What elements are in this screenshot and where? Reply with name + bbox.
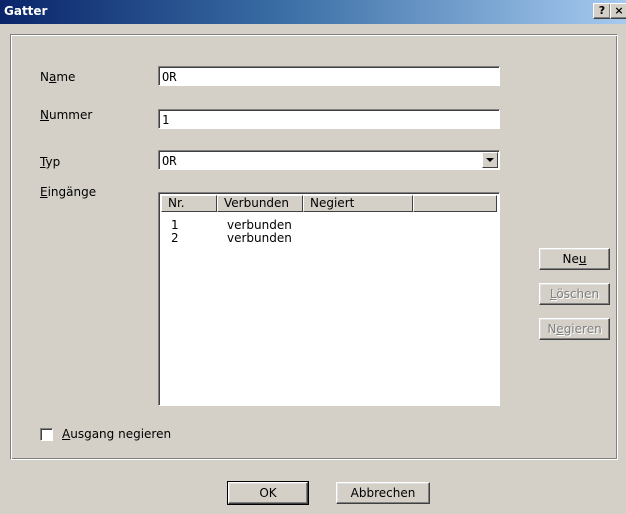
column-header-negiert[interactable]: Negiert	[303, 195, 413, 212]
typ-dropdown-button[interactable]	[482, 152, 498, 168]
column-header-nr[interactable]: Nr.	[161, 195, 217, 212]
help-button[interactable]: ?	[593, 3, 611, 19]
eingaenge-label: Eingänge	[40, 185, 97, 199]
column-header-verbunden[interactable]: Verbunden	[217, 195, 303, 212]
cell-verbunden: verbunden	[227, 218, 292, 232]
cell-verbunden: verbunden	[227, 231, 292, 245]
loeschen-button[interactable]: Löschen	[539, 283, 610, 305]
close-button[interactable]: ×	[610, 3, 626, 19]
name-input[interactable]: OR	[158, 66, 500, 86]
list-item[interactable]: 2 verbunden	[161, 232, 497, 244]
nummer-input[interactable]: 1	[158, 109, 500, 129]
ok-button[interactable]: OK	[227, 481, 309, 505]
neu-button[interactable]: Neu	[539, 248, 610, 270]
typ-label: Typ	[40, 155, 61, 169]
negieren-button[interactable]: Negieren	[539, 318, 610, 340]
name-label: Name	[40, 70, 76, 84]
ausgang-negieren-label[interactable]: Ausgang negieren	[62, 427, 171, 441]
window-title: Gatter	[4, 4, 48, 18]
cell-nr: 2	[171, 231, 179, 245]
listview-header: Nr. Verbunden Negiert	[161, 195, 497, 212]
chevron-down-icon	[486, 157, 494, 162]
cancel-button[interactable]: Abbrechen	[336, 482, 430, 504]
title-bar: Gatter ? ×	[0, 0, 626, 24]
ausgang-negieren-checkbox[interactable]	[40, 428, 53, 441]
nummer-label: Nummer	[40, 108, 93, 122]
list-item[interactable]: 1 verbunden	[161, 219, 497, 231]
typ-selected-value: OR	[162, 154, 177, 168]
inputs-listview[interactable]: Nr. Verbunden Negiert 1 verbunden 2 verb…	[158, 192, 500, 406]
typ-select[interactable]: OR	[158, 150, 500, 170]
cell-nr: 1	[171, 218, 179, 232]
column-header-empty[interactable]	[413, 195, 497, 212]
